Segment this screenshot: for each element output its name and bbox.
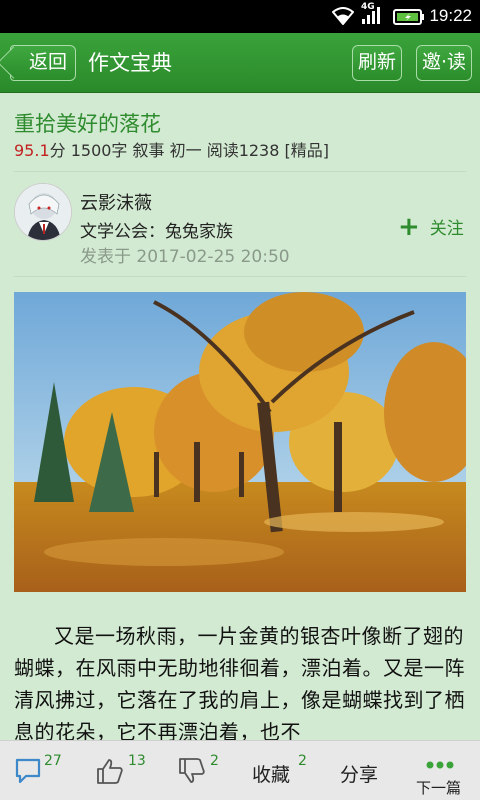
article-score: 95.1 <box>14 141 50 160</box>
back-button-label: 返回 <box>28 51 67 73</box>
app-title: 作文宝典 <box>88 51 172 75</box>
favorite-label: 收藏 <box>252 764 291 786</box>
plus-icon: + <box>398 211 420 242</box>
battery-icon <box>393 9 425 29</box>
comments-button[interactable]: 27 <box>14 741 74 800</box>
back-button[interactable]: 返回 <box>10 45 76 81</box>
thumbs-up-icon <box>96 757 124 789</box>
bottom-toolbar: 27 13 2 收藏 2 分享 下一篇 <box>0 740 480 800</box>
author-name[interactable]: 云影沫薇 <box>80 189 152 215</box>
post-time: 发表于 2017-02-25 20:50 <box>80 247 290 267</box>
comment-icon <box>14 757 42 789</box>
refresh-button[interactable]: 刷新 <box>352 45 402 81</box>
share-button[interactable]: 分享 <box>340 741 390 800</box>
divider <box>14 171 466 172</box>
follow-button[interactable]: + 关注 <box>398 211 464 242</box>
divider <box>14 276 466 277</box>
next-article-label: 下一篇 <box>416 779 462 797</box>
app-header: 返回 作文宝典 刷新 邀·读 <box>0 33 480 93</box>
author-avatar[interactable] <box>14 183 72 241</box>
status-bar: 4G 19:22 <box>0 0 480 33</box>
follow-label: 关注 <box>429 219 464 239</box>
thumbs-down-icon <box>178 757 206 789</box>
article-meta-details: 分 1500字 叙事 初一 阅读1238 [精品] <box>49 141 329 160</box>
clock: 19:22 <box>429 6 472 25</box>
favorite-count: 2 <box>298 753 307 769</box>
invite-read-button[interactable]: 邀·读 <box>416 45 472 81</box>
share-label: 分享 <box>340 764 379 786</box>
favorite-button[interactable]: 收藏 2 <box>252 741 312 800</box>
article-meta: 95.1分 1500字 叙事 初一 阅读1238 [精品] <box>14 137 329 161</box>
article-title: 重拾美好的落花 <box>14 112 161 136</box>
more-dots-icon <box>426 755 454 774</box>
author-guild: 文学公会：兔兔家族 <box>80 222 233 242</box>
article-body: 又是一场秋雨，一片金黄的银杏叶像断了翅的蝴蝶，在风雨中无助地徘徊着，漂泊着。又是… <box>14 624 465 744</box>
like-count: 13 <box>128 753 146 769</box>
article-photo[interactable] <box>14 292 466 592</box>
wifi-icon <box>331 7 355 29</box>
dislike-count: 2 <box>210 753 219 769</box>
like-button[interactable]: 13 <box>96 741 156 800</box>
dislike-button[interactable]: 2 <box>178 741 228 800</box>
next-article-button[interactable]: 下一篇 <box>412 741 472 800</box>
signal-icon <box>360 5 382 29</box>
comment-count: 27 <box>44 753 62 769</box>
